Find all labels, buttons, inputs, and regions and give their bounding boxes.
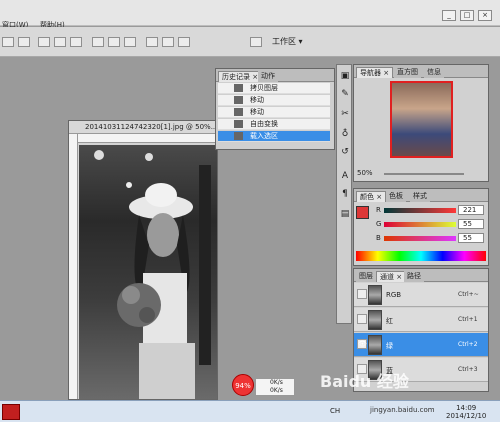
visibility-toggle[interactable] bbox=[357, 289, 367, 299]
paragraph-icon[interactable]: ¶ bbox=[339, 187, 351, 201]
tab-layers[interactable]: 图层 bbox=[356, 271, 376, 282]
tab-swatches[interactable]: 色板 bbox=[386, 191, 406, 202]
align-icon[interactable] bbox=[54, 37, 66, 47]
character-icon[interactable]: A bbox=[339, 169, 351, 183]
tab-actions[interactable]: 动作 bbox=[258, 71, 278, 82]
red-slider[interactable] bbox=[384, 208, 456, 213]
channel-row[interactable]: RGB Ctrl+~ bbox=[354, 283, 488, 307]
distribute-icon[interactable] bbox=[124, 37, 136, 47]
watermark-url: jingyan.baidu.com bbox=[370, 406, 435, 414]
navigator-thumbnail[interactable] bbox=[390, 81, 453, 158]
distribute-icon[interactable] bbox=[162, 37, 174, 47]
distribute-icon[interactable] bbox=[146, 37, 158, 47]
ruler-vertical bbox=[69, 134, 78, 399]
channel-thumbnail bbox=[368, 285, 382, 305]
workspace-button[interactable]: 工作区 ▾ bbox=[268, 35, 307, 49]
tab-navigator[interactable]: 导航器 × bbox=[356, 67, 394, 78]
watermark-logo: Baidu 经验 bbox=[320, 372, 409, 391]
channel-row-selected[interactable]: 👁 绿 Ctrl+2 bbox=[354, 333, 488, 357]
channels-tabs: 图层 通道 × 路径 bbox=[354, 269, 488, 282]
clone-icon[interactable]: ♁ bbox=[339, 127, 351, 141]
dock-icon[interactable] bbox=[250, 37, 262, 47]
move-icon bbox=[234, 96, 243, 104]
align-icon[interactable] bbox=[70, 37, 82, 47]
layers-icon[interactable]: ▤ bbox=[339, 207, 351, 221]
upload-speed: 0K/s bbox=[270, 379, 283, 386]
document-title[interactable]: 20141031124742320[1].jpg @ 50%... bbox=[69, 121, 217, 134]
history-item[interactable]: 拷贝图层 bbox=[218, 83, 330, 94]
system-clock[interactable]: 14:09 2014/12/10 bbox=[446, 404, 486, 420]
history-step-icon bbox=[234, 84, 243, 92]
tab-styles[interactable]: 样式 bbox=[410, 191, 430, 202]
navigator-panel: 导航器 × 直方图 信息 50% bbox=[353, 64, 489, 182]
tab-color[interactable]: 颜色 × bbox=[356, 191, 387, 202]
color-spectrum[interactable] bbox=[356, 251, 486, 261]
foreground-color-swatch[interactable] bbox=[356, 206, 369, 219]
color-panel: 颜色 × 色板 样式 R 221 G 55 B 55 bbox=[353, 188, 489, 266]
history-item-selected[interactable]: 载入选区 bbox=[218, 131, 330, 142]
options-bar: 工作区 ▾ bbox=[0, 27, 500, 57]
channel-row[interactable]: 红 Ctrl+1 bbox=[354, 308, 488, 332]
ruler-horizontal bbox=[78, 134, 217, 143]
blue-value-input[interactable]: 55 bbox=[458, 233, 484, 243]
tab-info[interactable]: 信息 bbox=[424, 67, 444, 78]
network-speed: 0K/s 0K/s bbox=[255, 378, 295, 396]
red-value-input[interactable]: 221 bbox=[458, 205, 484, 215]
document-canvas[interactable] bbox=[79, 145, 217, 399]
green-slider[interactable] bbox=[384, 222, 456, 227]
zoom-level[interactable]: 50% bbox=[357, 169, 373, 177]
document-window: 20141031124742320[1].jpg @ 50%... bbox=[68, 120, 218, 400]
distribute-icon[interactable] bbox=[108, 37, 120, 47]
align-icon[interactable] bbox=[18, 37, 30, 47]
eye-icon[interactable]: 👁 bbox=[357, 339, 367, 349]
panel-icon-dock: ▣ ✎ ✂ ♁ ↺ A ¶ ▤ bbox=[336, 64, 352, 324]
tab-history[interactable]: 历史记录 × bbox=[218, 71, 263, 82]
history-panel: 历史记录 × 动作 拷贝图层 移动 移动 自由变换 载入选区 bbox=[215, 68, 335, 150]
photoshop-taskbar-icon[interactable] bbox=[2, 404, 20, 420]
history-tabs: 历史记录 × 动作 bbox=[216, 69, 334, 82]
history-item[interactable]: 移动 bbox=[218, 95, 330, 106]
move-icon bbox=[234, 108, 243, 116]
navigator-icon[interactable]: ▣ bbox=[339, 69, 351, 83]
channel-label: R bbox=[376, 206, 381, 214]
align-icon[interactable] bbox=[38, 37, 50, 47]
align-icon[interactable] bbox=[2, 37, 14, 47]
close-button[interactable]: × bbox=[478, 10, 492, 21]
green-value-input[interactable]: 55 bbox=[458, 219, 484, 229]
minimize-button[interactable]: _ bbox=[442, 10, 456, 21]
channel-label: B bbox=[376, 234, 381, 242]
channel-label: G bbox=[376, 220, 382, 228]
menu-bar: 窗口(W) 帮助(H) _ □ × bbox=[0, 0, 500, 29]
distribute-icon[interactable] bbox=[92, 37, 104, 47]
maximize-button[interactable]: □ bbox=[460, 10, 474, 21]
progress-indicator[interactable]: 94% bbox=[232, 374, 254, 396]
channel-thumbnail bbox=[368, 335, 382, 355]
brush-icon[interactable]: ✎ bbox=[339, 87, 351, 101]
color-tabs: 颜色 × 色板 样式 bbox=[354, 189, 488, 202]
tools-icon[interactable]: ✂ bbox=[339, 107, 351, 121]
tab-histogram[interactable]: 直方图 bbox=[394, 67, 421, 78]
tab-paths[interactable]: 路径 bbox=[404, 271, 424, 282]
zoom-slider[interactable] bbox=[384, 173, 464, 175]
photo-image bbox=[94, 150, 211, 399]
language-indicator[interactable]: CH bbox=[330, 407, 340, 415]
tab-channels[interactable]: 通道 × bbox=[376, 271, 407, 282]
download-speed: 0K/s bbox=[270, 387, 283, 394]
selection-icon bbox=[234, 132, 243, 140]
history-icon[interactable]: ↺ bbox=[339, 145, 351, 159]
visibility-toggle[interactable] bbox=[357, 314, 367, 324]
blue-slider[interactable] bbox=[384, 236, 456, 241]
distribute-icon[interactable] bbox=[178, 37, 190, 47]
transform-icon bbox=[234, 120, 243, 128]
channel-thumbnail bbox=[368, 310, 382, 330]
history-item[interactable]: 自由变换 bbox=[218, 119, 330, 130]
navigator-tabs: 导航器 × 直方图 信息 bbox=[354, 65, 488, 78]
history-item[interactable]: 移动 bbox=[218, 107, 330, 118]
